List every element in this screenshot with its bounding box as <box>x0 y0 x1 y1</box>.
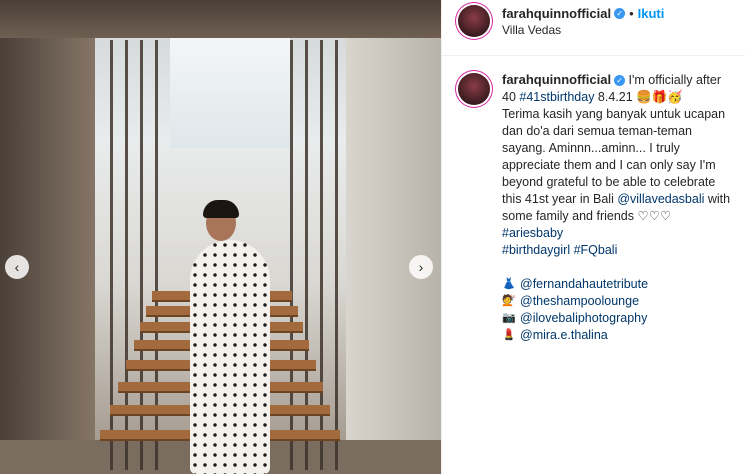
hashtag-link[interactable]: #FQbali <box>574 243 618 257</box>
photo-subject-hair <box>203 200 239 218</box>
verified-badge-icon: ✓ <box>614 8 626 20</box>
avatar[interactable] <box>458 5 490 37</box>
credit-line: 👗 @fernandahautetribute <box>502 276 734 293</box>
mention-link[interactable]: @ilovebaliphotography <box>520 310 647 327</box>
mention-link[interactable]: @fernandahautetribute <box>520 276 648 293</box>
mention-link[interactable]: @villavedasbali <box>617 192 704 206</box>
heart-emojis: ♡♡♡ <box>637 209 672 223</box>
photo-rod <box>335 40 338 470</box>
post-photo[interactable]: ‹ › <box>0 0 441 474</box>
caption-avatar[interactable] <box>458 73 490 105</box>
credit-line: 💄 @mira.e.thalina <box>502 327 734 344</box>
verified-badge-icon: ✓ <box>614 75 626 87</box>
post-caption: farahquinnofficial ✓ I'm officially after… <box>502 71 734 344</box>
dress-icon: 👗 <box>502 278 516 290</box>
hashtag-link[interactable]: #41stbirthday <box>519 90 594 104</box>
photo-ceiling <box>0 0 441 38</box>
header-title-row: farahquinnofficial ✓ • Ikuti <box>502 5 664 23</box>
photo-skylight <box>170 38 290 148</box>
photo-subject-dress <box>190 240 270 474</box>
hashtag-link[interactable]: #ariesbaby <box>502 226 563 240</box>
post-header: farahquinnofficial ✓ • Ikuti Villa Vedas <box>442 0 745 56</box>
instagram-post: ‹ › farahquinnofficial ✓ • Ikuti Villa Veda… <box>0 0 745 474</box>
next-photo-button[interactable]: › <box>409 255 433 279</box>
caption-username[interactable]: farahquinnofficial <box>502 72 611 87</box>
credit-line: 📷 @ilovebaliphotography <box>502 310 734 327</box>
caption-emojis: 🍔🎁🥳 <box>636 90 683 104</box>
mention-link[interactable]: @theshampoolounge <box>520 293 639 310</box>
hashtag-link[interactable]: #birthdaygirl <box>502 243 570 257</box>
chevron-right-icon: › <box>418 259 424 275</box>
chevron-left-icon: ‹ <box>14 259 20 275</box>
location-link[interactable]: Villa Vedas <box>502 23 561 37</box>
separator-dot: • <box>629 6 634 21</box>
prev-photo-button[interactable]: ‹ <box>5 255 29 279</box>
caption-text: 8.4.21 <box>594 90 637 104</box>
lipstick-icon: 💄 <box>502 329 516 341</box>
post-sidebar: farahquinnofficial ✓ • Ikuti Villa Vedas fa… <box>441 0 745 474</box>
camera-icon: 📷 <box>502 312 516 324</box>
haircut-icon: 💇 <box>502 295 516 307</box>
mention-link[interactable]: @mira.e.thalina <box>520 327 608 344</box>
credit-line: 💇 @theshampoolounge <box>502 293 734 310</box>
header-username[interactable]: farahquinnofficial <box>502 6 611 21</box>
follow-button[interactable]: Ikuti <box>638 6 665 21</box>
